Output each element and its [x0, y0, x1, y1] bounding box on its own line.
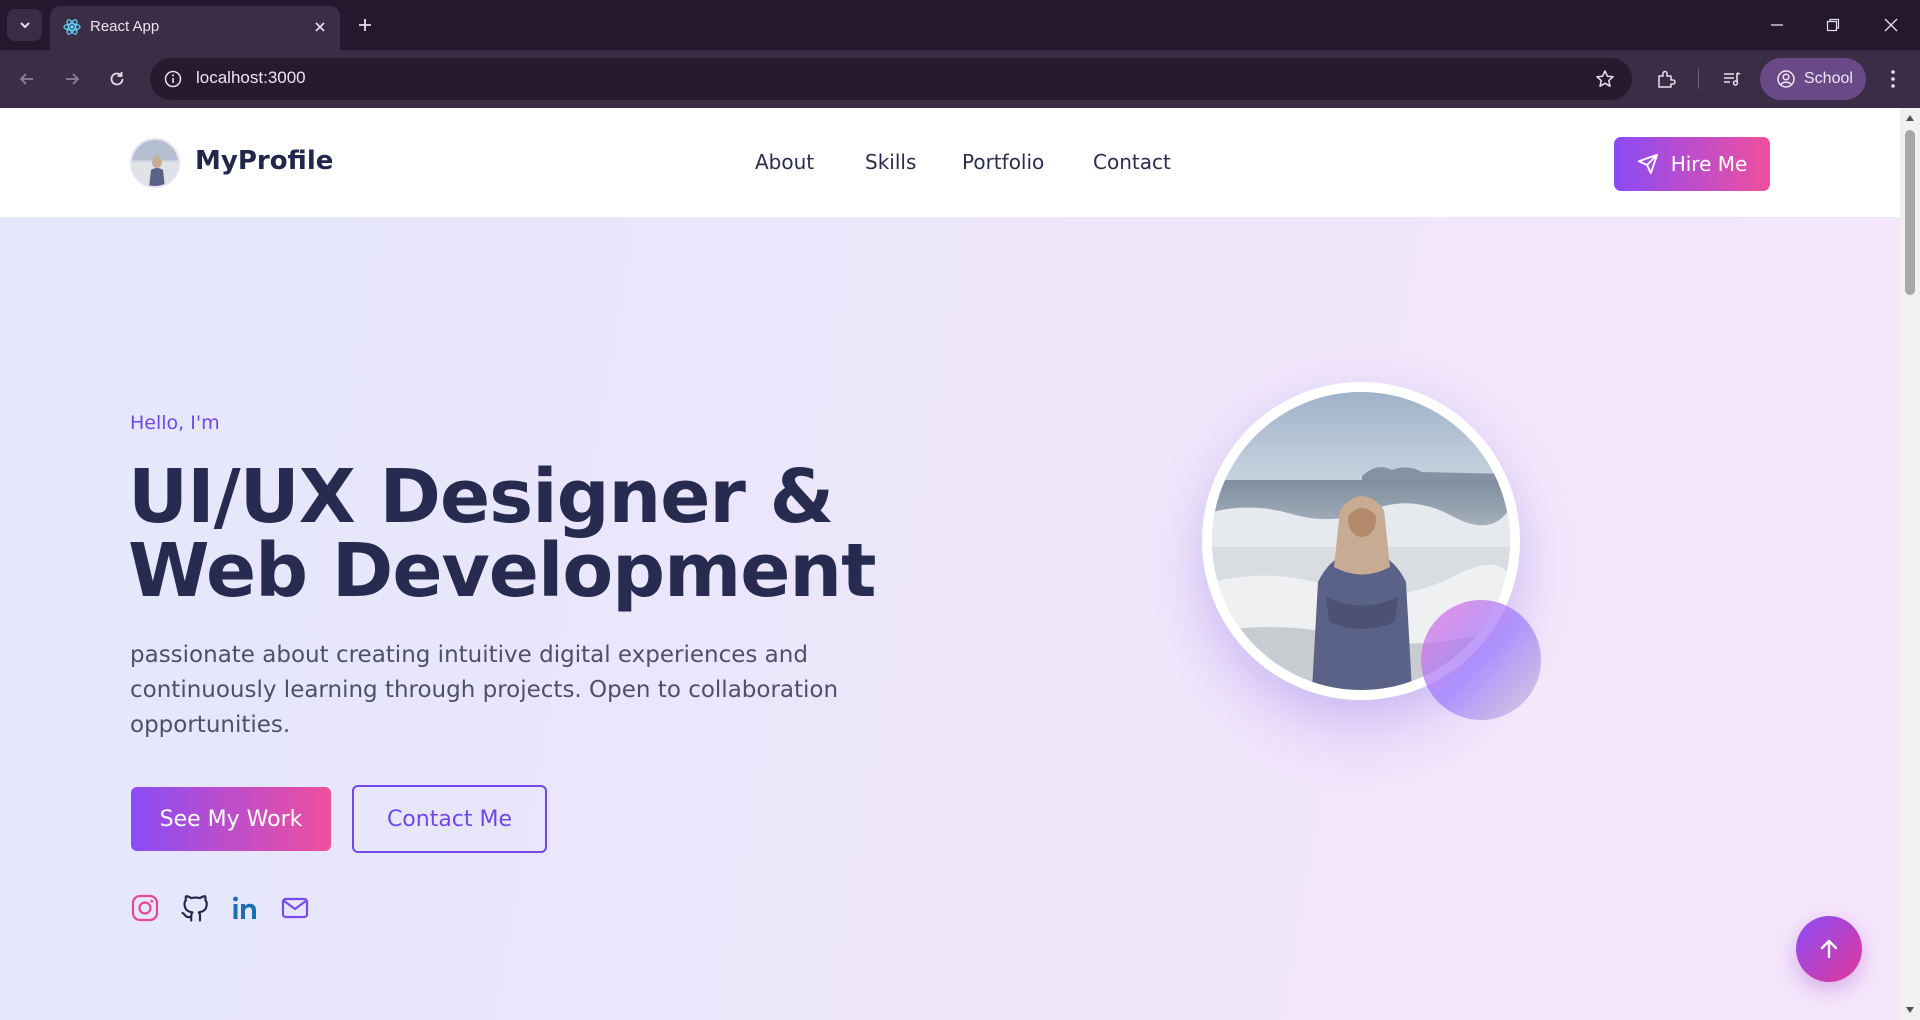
decorative-bubble: [1421, 600, 1541, 720]
headline-line-1: UI/UX Designer &: [128, 454, 834, 540]
scrollbar-thumb[interactable]: [1905, 130, 1915, 295]
nav-skills[interactable]: Skills: [865, 150, 916, 174]
close-icon[interactable]: [310, 17, 330, 37]
github-icon[interactable]: [179, 892, 211, 924]
scroll-up-icon[interactable]: [1904, 112, 1916, 124]
see-my-work-button[interactable]: See My Work: [131, 787, 331, 851]
page-viewport: MyProfile About Skills Portfolio Contact…: [0, 108, 1900, 1020]
back-icon[interactable]: [12, 64, 42, 94]
scroll-to-top-button[interactable]: [1796, 916, 1862, 982]
react-icon: [62, 17, 82, 37]
contact-me-button[interactable]: Contact Me: [352, 785, 547, 853]
arrow-up-icon: [1820, 939, 1838, 959]
nav-contact[interactable]: Contact: [1093, 150, 1171, 174]
send-icon: [1637, 153, 1658, 175]
media-icon[interactable]: [1717, 64, 1747, 94]
brand-name[interactable]: MyProfile: [195, 146, 333, 176]
nav-about[interactable]: About: [755, 150, 814, 174]
restore-icon[interactable]: [1818, 10, 1848, 40]
page-scrollbar[interactable]: [1900, 108, 1920, 1020]
star-icon[interactable]: [1594, 68, 1616, 90]
browser-tab[interactable]: React App: [50, 6, 340, 50]
scroll-down-icon[interactable]: [1904, 1004, 1916, 1016]
close-window-icon[interactable]: [1876, 10, 1906, 40]
plus-icon[interactable]: [352, 12, 378, 38]
info-icon[interactable]: [162, 68, 184, 90]
hero-headline: UI/UX Designer & Web Development: [128, 460, 1028, 608]
profile-button[interactable]: School: [1760, 58, 1866, 100]
mail-icon[interactable]: [279, 892, 311, 924]
hero-tagline: passionate about creating intuitive digi…: [130, 642, 839, 738]
reload-icon[interactable]: [102, 64, 132, 94]
toolbar-divider: [1698, 69, 1699, 89]
instagram-icon[interactable]: [129, 892, 161, 924]
hire-me-label: Hire Me: [1670, 152, 1748, 176]
minimize-icon[interactable]: [1762, 10, 1792, 40]
account-icon: [1777, 70, 1795, 88]
headline-line-2: Web Development: [128, 528, 876, 614]
tab-dropdown-icon[interactable]: [7, 9, 42, 41]
hire-me-button[interactable]: Hire Me: [1614, 137, 1770, 191]
site-header: MyProfile About Skills Portfolio Contact…: [0, 108, 1900, 218]
forward-icon[interactable]: [57, 64, 87, 94]
hero-greeting: Hello, I'm: [130, 412, 220, 434]
nav-portfolio[interactable]: Portfolio: [962, 150, 1044, 174]
profile-label: School: [1804, 70, 1853, 87]
linkedin-icon[interactable]: [229, 892, 261, 924]
browser-toolbar: localhost:3000 School: [0, 50, 1920, 108]
browser-tab-bar: React App: [0, 0, 1920, 50]
more-vert-icon[interactable]: [1878, 64, 1908, 94]
extensions-icon[interactable]: [1651, 64, 1681, 94]
avatar[interactable]: [130, 138, 180, 188]
address-bar[interactable]: localhost:3000: [150, 58, 1632, 100]
url-text[interactable]: localhost:3000: [196, 68, 306, 88]
tab-title: React App: [90, 18, 160, 35]
